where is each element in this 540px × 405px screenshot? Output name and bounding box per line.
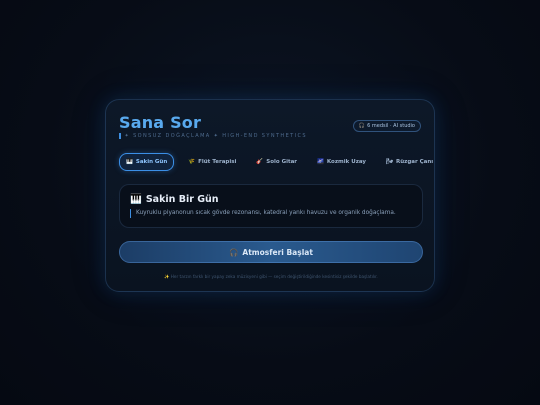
app-subtitle: ✦ SONSUZ DOĞAÇLAMA ✦ HIGH-END SYNTHETICS: [119, 133, 307, 139]
mode-tabs: 🎹 Sakin Gün 🌾 Flüt Terapisi 🎸 Solo Gitar…: [119, 151, 433, 173]
accent-bar: [119, 133, 121, 139]
tab-flut-terapisi[interactable]: 🌾 Flüt Terapisi: [182, 153, 242, 171]
footer-text: Her tarzın farklı bir yapay zeka müzisye…: [170, 274, 378, 279]
tab-label: Sakin Gün: [135, 159, 168, 165]
start-button-label: Atmosferi Başlat: [242, 247, 313, 257]
headphones-icon: 🎧: [229, 247, 239, 257]
wheat-icon: 🌾: [188, 159, 196, 165]
tab-ruzgar-cani[interactable]: 🌬 Rüzgar Çanı: [380, 153, 439, 171]
sparkle-icon: ✨: [164, 274, 170, 279]
piano-icon: 🎹: [130, 194, 142, 205]
app-title: Sana Sor: [119, 113, 202, 132]
tab-sakin-gun[interactable]: 🎹 Sakin Gün: [119, 153, 175, 171]
tab-label: Kozmik Uzay: [326, 159, 367, 165]
tab-label: Rüzgar Çanı: [396, 159, 434, 165]
start-atmosphere-button[interactable]: 🎧 Atmosferi Başlat: [119, 241, 423, 263]
mode-description-panel: 🎹 Sakin Bir Gün Kuyruklu piyanonun sıcak…: [119, 184, 423, 228]
tab-kozmik-uzay[interactable]: 🌌 Kozmik Uzay: [311, 153, 372, 171]
main-card: Sana Sor ✦ SONSUZ DOĞAÇLAMA ✦ HIGH-END S…: [105, 99, 435, 292]
subtitle-text: ✦ SONSUZ DOĞAÇLAMA ✦ HIGH-END SYNTHETICS: [124, 133, 307, 139]
footer-note: ✨ Her tarzın farklı bir yapay zeka müzis…: [119, 274, 423, 280]
piano-icon: 🎹: [126, 159, 133, 165]
panel-title: 🎹 Sakin Bir Gün: [130, 194, 219, 205]
badge-text: 6 medsil · AI studio: [367, 123, 415, 129]
wind-icon: 🌬: [386, 159, 394, 165]
tab-label: Solo Gitar: [266, 159, 298, 165]
status-badge: 🎧 6 medsil · AI studio: [352, 120, 421, 132]
headphones-icon: 🎧: [358, 123, 366, 129]
tab-label: Flüt Terapisi: [198, 159, 237, 165]
galaxy-icon: 🌌: [317, 159, 324, 165]
guitar-icon: 🎸: [256, 159, 264, 165]
tab-solo-gitar[interactable]: 🎸 Solo Gitar: [250, 153, 303, 171]
panel-title-text: Sakin Bir Gün: [145, 194, 219, 205]
panel-description: Kuyruklu piyanonun sıcak gövde rezonansı…: [130, 209, 396, 218]
